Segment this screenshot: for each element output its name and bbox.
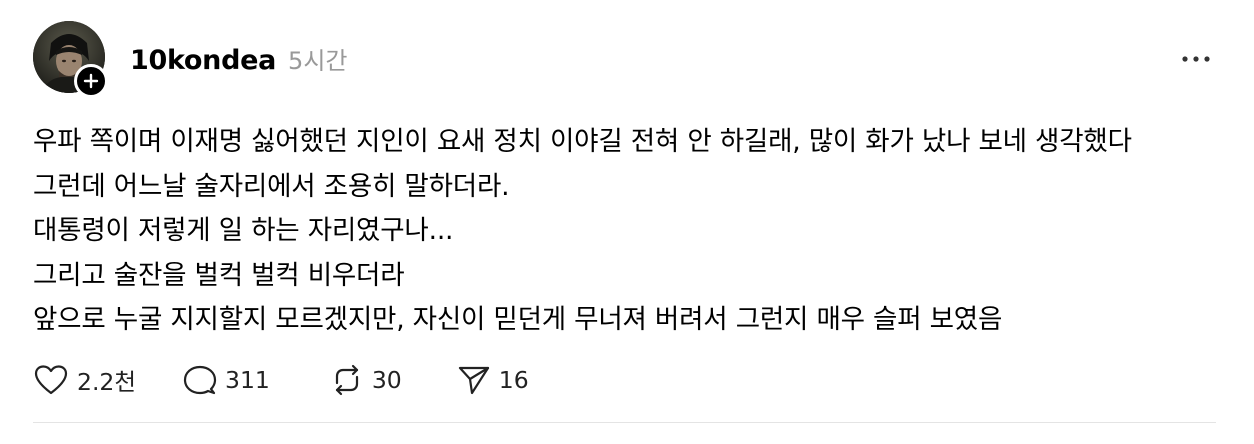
post-body: 우파 쪽이며 이재명 싫어했던 지인이 요새 정치 이야길 전혀 안 하길래, … — [33, 120, 1233, 343]
comment-button[interactable]: 311 — [183, 364, 270, 396]
more-horizontal-icon — [1182, 56, 1210, 62]
like-button[interactable]: 2.2천 — [33, 363, 136, 397]
username[interactable]: 10kondea — [130, 45, 276, 76]
post-body-line: 그런데 어느날 술자리에서 조용히 말하더라. — [33, 170, 510, 202]
repost-icon — [330, 363, 364, 397]
post-body-line: 우파 쪽이며 이재명 싫어했던 지인이 요새 정치 이야길 전혀 안 하길래, … — [33, 126, 1132, 157]
post-header: 10kondea 5시간 — [130, 41, 347, 79]
post-body-line: 그리고 술잔을 벌컥 벌컥 비우더라 — [33, 259, 405, 291]
divider — [33, 422, 1216, 423]
share-count: 16 — [498, 366, 529, 394]
post-body-line: 대통령이 저렇게 일 하는 자리였구나... — [33, 215, 454, 246]
follow-button[interactable] — [74, 64, 108, 98]
repost-count: 30 — [371, 366, 402, 394]
comment-count: 311 — [225, 366, 270, 394]
comment-bubble-icon — [183, 364, 217, 396]
post-body-line: 앞으로 누굴 지지할지 모르겠지만, 자신이 믿던게 무너져 버려서 그런지 매… — [33, 304, 1003, 335]
post-time[interactable]: 5시간 — [288, 41, 347, 76]
thread-post: 10kondea 5시간 우파 쪽이며 이재명 싫어했던 지인이 요새 정치 이… — [0, 0, 1254, 444]
more-options-button[interactable] — [1174, 44, 1218, 74]
plus-icon — [83, 73, 99, 89]
heart-icon — [33, 364, 69, 396]
like-count: 2.2천 — [77, 368, 136, 396]
action-bar: 2.2천 311 30 16 — [33, 360, 529, 400]
repost-button[interactable]: 30 — [330, 363, 402, 397]
share-button[interactable]: 16 — [457, 364, 529, 396]
send-icon — [457, 364, 491, 396]
avatar-container — [33, 21, 108, 98]
